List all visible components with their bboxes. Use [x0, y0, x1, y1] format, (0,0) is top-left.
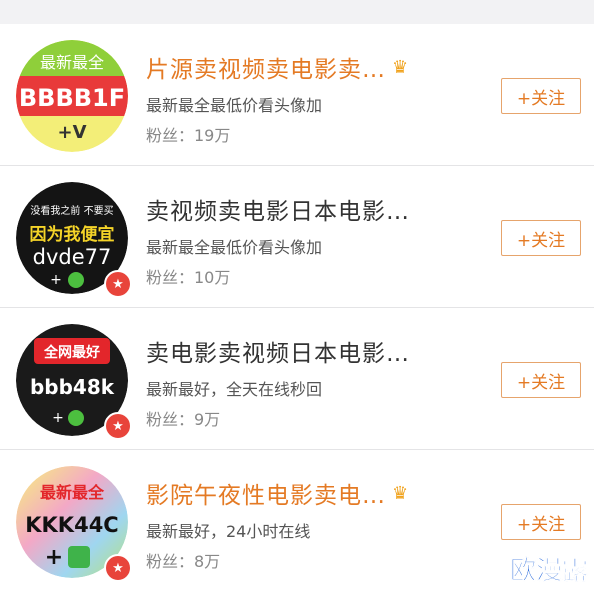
user-info: 卖电影卖视频日本电影… 最新最好，全天在线秒回 粉丝：9万: [146, 334, 476, 430]
user-name-text: 影院午夜性电影卖电…: [146, 483, 386, 509]
page: 最新最全 BBBB1F +V 片源卖视频卖电影卖… ♛ 最新最全最低价看头像加 …: [0, 0, 594, 593]
follow-button[interactable]: +关注: [501, 362, 581, 398]
follow-button[interactable]: +关注: [501, 220, 581, 256]
wechat-icon: [68, 546, 90, 568]
user-description: 最新最好，24小时在线: [146, 522, 311, 541]
avatar-text-main: BBBB1F: [19, 84, 125, 112]
list-item[interactable]: 最新最全 BBBB1F +V 片源卖视频卖电影卖… ♛ 最新最全最低价看头像加 …: [0, 24, 594, 166]
star-badge-icon: ★: [104, 270, 132, 298]
avatar-text-sub: 因为我便宜: [30, 224, 115, 245]
user-name[interactable]: 片源卖视频卖电影卖… ♛: [146, 50, 476, 84]
user-name-text: 卖电影卖视频日本电影…: [146, 341, 410, 367]
user-name[interactable]: 影院午夜性电影卖电… ♛: [146, 476, 476, 510]
wechat-icon: [68, 410, 84, 426]
user-name-text: 卖视频卖电影日本电影…: [146, 199, 410, 225]
avatar-text-top: 最新最全: [40, 53, 104, 72]
avatar-text-bottom: +: [52, 410, 64, 426]
list-item[interactable]: 最新最全 KKK44C + ★ 影院午夜性电影卖电… ♛ 最新最好，24小时在线…: [0, 450, 594, 593]
user-info: 卖视频卖电影日本电影… 最新最全最低价看头像加 粉丝：10万: [146, 192, 476, 288]
crown-icon: ♛: [392, 56, 410, 78]
avatar-text-bottom: +: [45, 545, 63, 570]
user-name[interactable]: 卖视频卖电影日本电影…: [146, 192, 476, 226]
user-info: 片源卖视频卖电影卖… ♛ 最新最全最低价看头像加 粉丝：19万: [146, 50, 476, 146]
fans-count: 粉丝：8万: [146, 552, 221, 571]
avatar-text-top: 最新最全: [40, 483, 105, 502]
avatar[interactable]: 最新最全 BBBB1F +V: [16, 40, 128, 152]
avatar-text-main: bbb48k: [30, 375, 115, 399]
follow-button[interactable]: +关注: [501, 504, 581, 540]
user-info: 影院午夜性电影卖电… ♛ 最新最好，24小时在线 粉丝：8万: [146, 476, 476, 572]
user-list: 最新最全 BBBB1F +V 片源卖视频卖电影卖… ♛ 最新最全最低价看头像加 …: [0, 24, 594, 593]
fans-count: 粉丝：9万: [146, 410, 221, 429]
avatar-text-top: 全网最好: [43, 344, 100, 361]
list-item[interactable]: 没看我之前 不要买 因为我便宜 dvde77 + ★ 卖视频卖电影日本电影… 最…: [0, 166, 594, 308]
avatar-text-main: KKK44C: [25, 513, 118, 537]
user-description: 最新最全最低价看头像加: [146, 238, 323, 257]
follow-button[interactable]: +关注: [501, 78, 581, 114]
list-item[interactable]: 全网最好 bbb48k + ★ 卖电影卖视频日本电影… 最新最好，全天在线秒回 …: [0, 308, 594, 450]
avatar-image: 最新最全 BBBB1F +V: [16, 40, 128, 152]
avatar-text-main: dvde77: [33, 245, 112, 269]
user-name-text: 片源卖视频卖电影卖…: [146, 57, 386, 83]
crown-icon: ♛: [392, 482, 410, 504]
wechat-icon: [68, 272, 84, 288]
user-description: 最新最全最低价看头像加: [146, 96, 323, 115]
avatar-text-bottom: +V: [57, 122, 86, 143]
top-bar: [0, 0, 594, 24]
fans-count: 粉丝：19万: [146, 126, 231, 145]
fans-count: 粉丝：10万: [146, 268, 231, 287]
watermark: 欧漫露: [509, 556, 589, 587]
avatar-text-top: 没看我之前 不要买: [30, 204, 113, 217]
user-name[interactable]: 卖电影卖视频日本电影…: [146, 334, 476, 368]
user-description: 最新最好，全天在线秒回: [146, 380, 323, 399]
avatar-text-bottom: +: [50, 272, 62, 288]
star-badge-icon: ★: [104, 412, 132, 440]
star-badge-icon: ★: [104, 554, 132, 582]
